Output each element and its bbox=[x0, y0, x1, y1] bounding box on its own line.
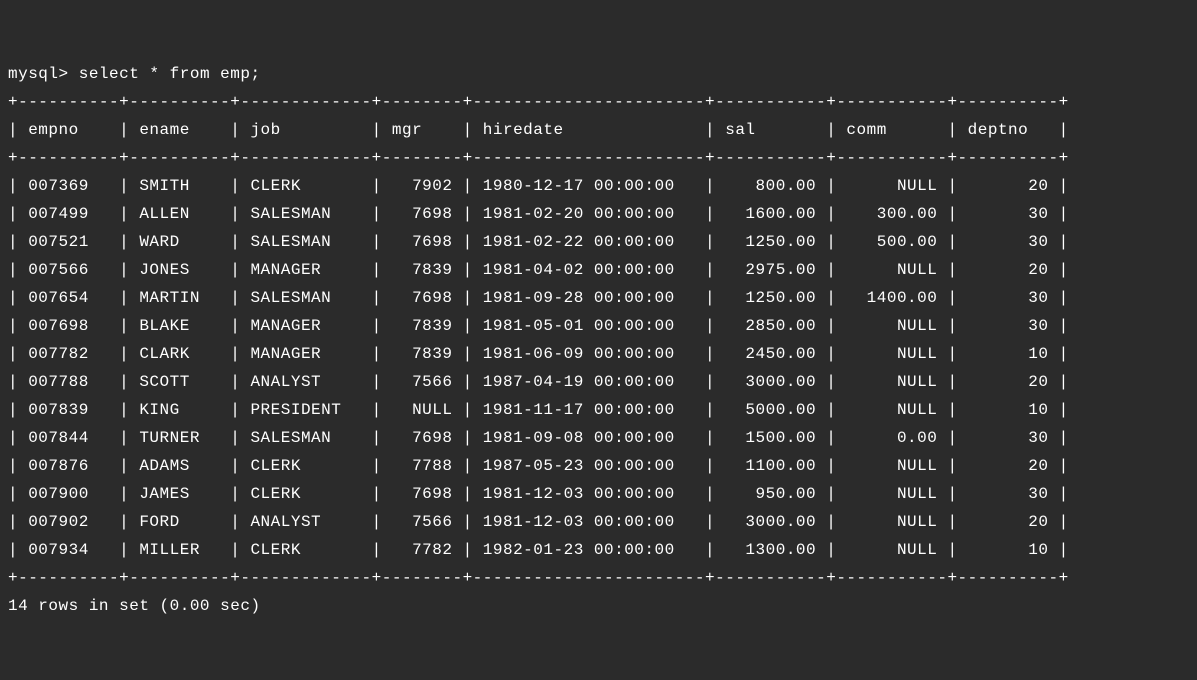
sql-query[interactable]: select * from emp; bbox=[79, 65, 261, 83]
query-result-table: +----------+----------+-------------+---… bbox=[8, 93, 1069, 587]
result-footer: 14 rows in set (0.00 sec) bbox=[8, 597, 261, 615]
mysql-prompt: mysql> bbox=[8, 65, 79, 83]
